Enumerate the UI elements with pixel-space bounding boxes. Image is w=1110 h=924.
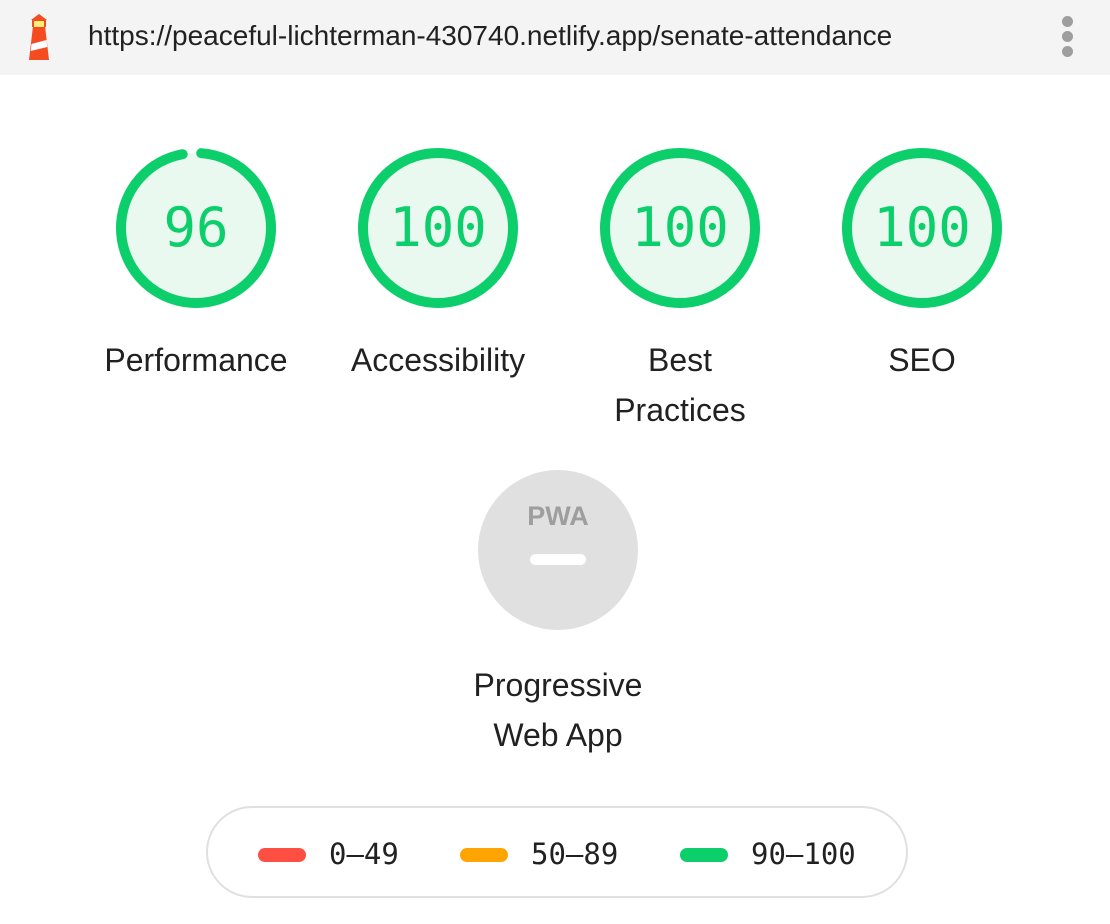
- pwa-badge-text: PWA: [527, 501, 589, 531]
- gauge-accessibility[interactable]: 100: [355, 145, 521, 311]
- pwa-dash: [530, 554, 586, 565]
- score-legend: 0–49 50–89 90–100: [206, 806, 908, 898]
- gauge-performance[interactable]: 96: [113, 145, 279, 311]
- gauge-label-accessibility: Accessibility: [308, 335, 568, 385]
- gauge-ring: 100: [358, 148, 518, 308]
- pwa-icon: PWA: [478, 470, 638, 630]
- gauge-ring: 100: [842, 148, 1002, 308]
- gauge-score: 100: [873, 196, 971, 259]
- gauge-label-seo: SEO: [792, 335, 1052, 385]
- pwa-label-line: Progressive: [473, 667, 643, 703]
- gauge-ring: 96: [116, 148, 276, 308]
- page-url[interactable]: https://peaceful-lichterman-430740.netli…: [88, 18, 892, 54]
- gauge-ring: 100: [600, 148, 760, 308]
- gauge-score: 100: [389, 196, 487, 259]
- gauge-seo[interactable]: 100: [839, 145, 1005, 311]
- lighthouse-icon: [29, 14, 49, 60]
- pwa-label: Progressive Web App: [428, 660, 688, 760]
- gauge-label-line: SEO: [888, 342, 956, 378]
- top-bar: https://peaceful-lichterman-430740.netli…: [0, 0, 1110, 75]
- gauge-label-performance: Performance: [66, 335, 326, 385]
- gauge-label-line: Performance: [104, 342, 288, 378]
- gauge-label-line: Practices: [614, 392, 746, 428]
- legend-bar-fail: [258, 848, 306, 862]
- gauge-label-line: Accessibility: [350, 342, 526, 378]
- gauge-best-practices[interactable]: 100: [597, 145, 763, 311]
- pwa-badge[interactable]: PWA: [476, 468, 640, 632]
- kebab-menu-icon[interactable]: [1056, 14, 1080, 60]
- gauge-label-best-practices: Best Practices: [550, 335, 810, 435]
- pwa-label-line: Web App: [493, 717, 623, 753]
- legend-range-pass: 90–100: [751, 837, 856, 871]
- legend-range-average: 50–89: [531, 837, 619, 871]
- gauge-label-line: Best: [647, 342, 713, 378]
- gauge-score: 100: [631, 196, 729, 259]
- legend-range-fail: 0–49: [329, 837, 399, 871]
- legend-bar-pass: [680, 848, 728, 862]
- gauge-score: 96: [163, 196, 228, 259]
- legend-bar-average: [460, 848, 508, 862]
